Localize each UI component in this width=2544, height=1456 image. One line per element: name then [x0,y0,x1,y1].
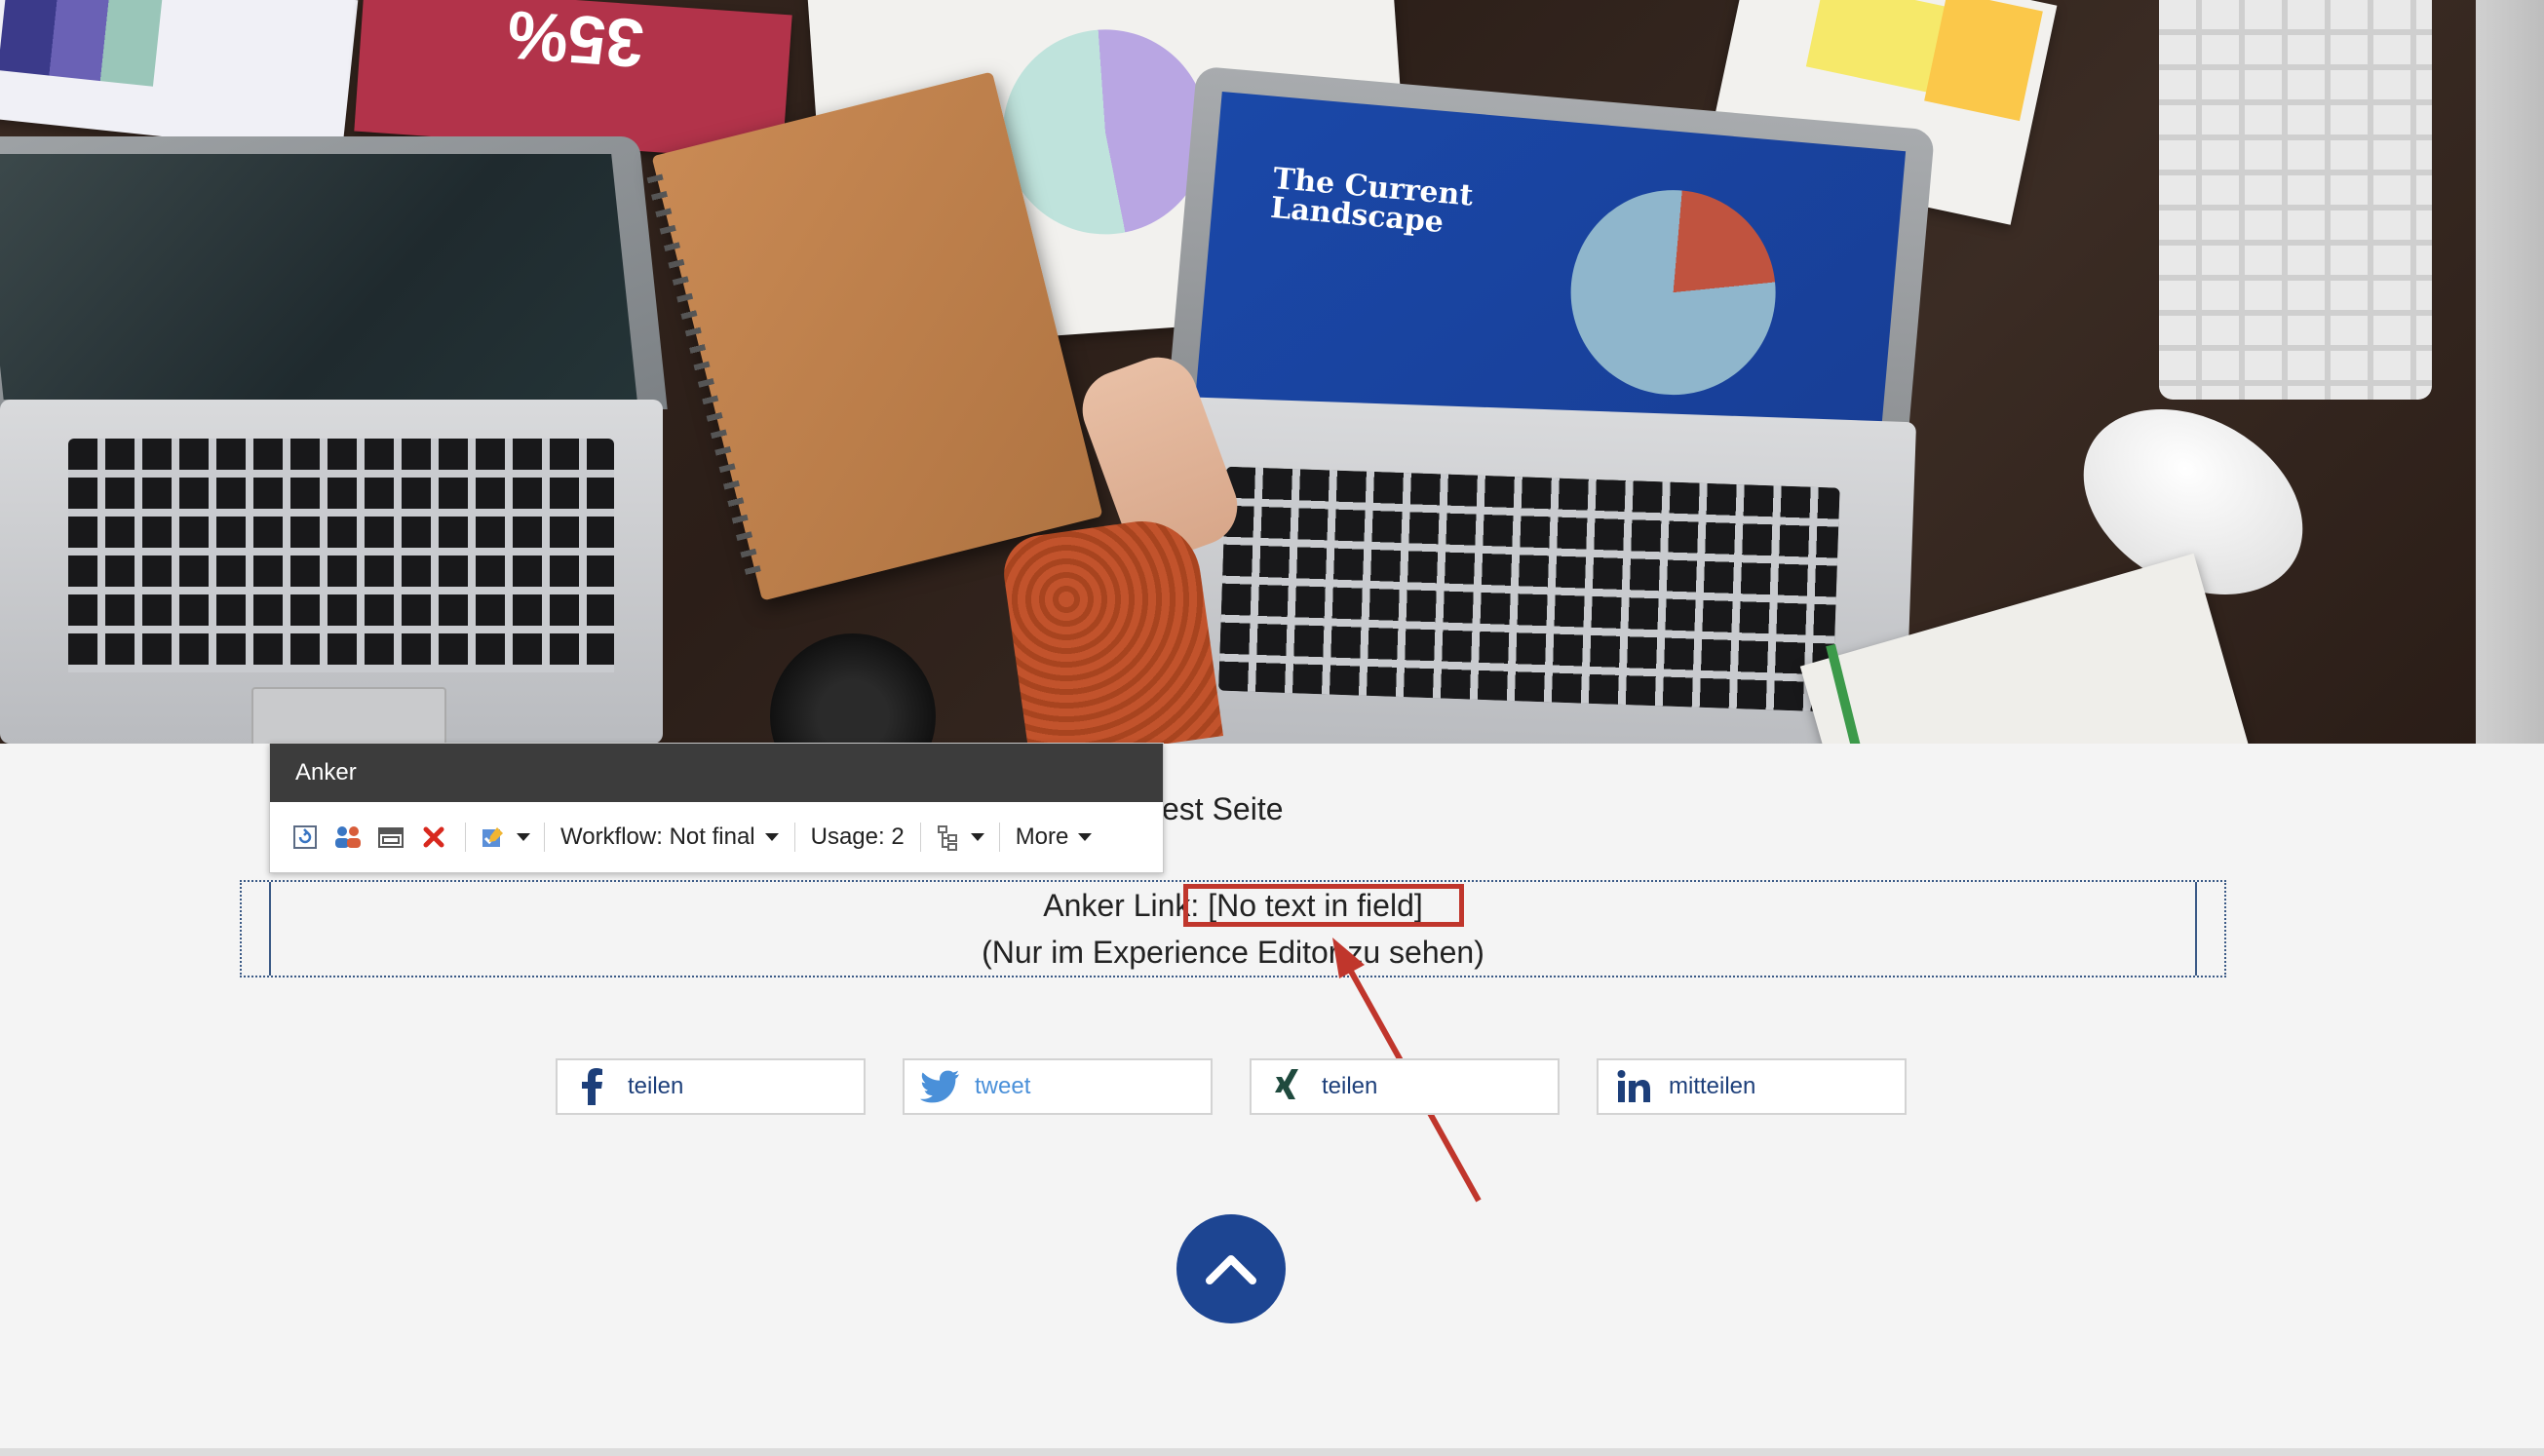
linkedin-icon [1614,1067,1653,1106]
facebook-icon [573,1067,612,1106]
xing-icon [1267,1067,1306,1106]
back-to-top-button[interactable] [1176,1214,1286,1323]
share-twitter-label: tweet [975,1073,1031,1099]
share-facebook-label: teilen [628,1073,684,1099]
share-xing-label: teilen [1322,1073,1378,1099]
share-linkedin-label: mitteilen [1669,1073,1756,1099]
share-linkedin-button[interactable]: mitteilen [1597,1058,1907,1115]
twitter-icon [920,1067,959,1106]
share-xing-button[interactable]: teilen [1250,1058,1560,1115]
chevron-up-icon [1206,1255,1256,1284]
share-twitter-button[interactable]: tweet [903,1058,1213,1115]
share-facebook-button[interactable]: teilen [556,1058,866,1115]
footer-divider [0,1448,2544,1456]
